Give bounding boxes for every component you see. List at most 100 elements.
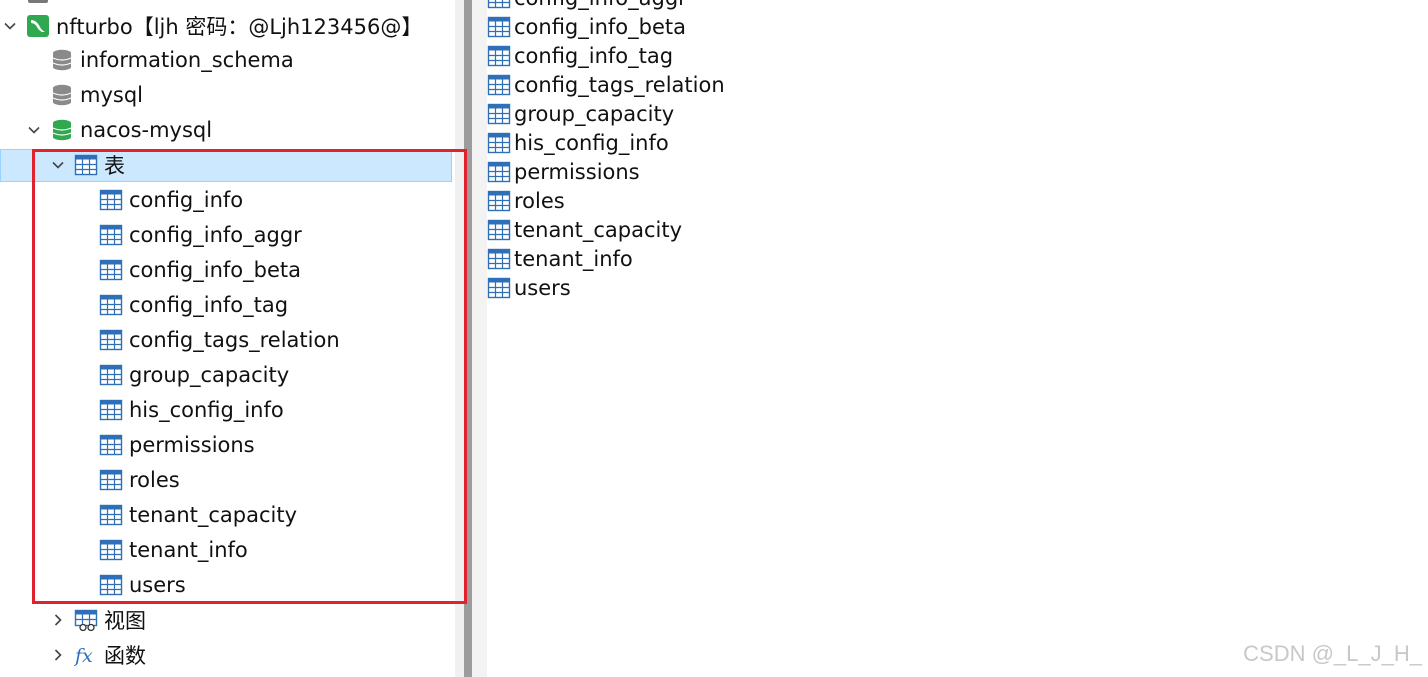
view-folder-icon	[74, 608, 98, 632]
object-list-item[interactable]: config_info_aggr	[487, 0, 687, 12]
tree-item-table[interactable]: his_config_info	[0, 393, 284, 427]
chevron-down-icon[interactable]	[0, 16, 20, 36]
tree-item-functions-folder[interactable]: fx 函数	[0, 638, 146, 672]
table-icon	[487, 102, 511, 126]
table-label: config_info	[129, 188, 244, 212]
table-icon	[487, 73, 511, 97]
table-icon	[99, 258, 123, 282]
table-icon	[99, 433, 123, 457]
table-label: config_tags_relation	[129, 328, 340, 352]
database-label: information_schema	[80, 48, 294, 72]
connection-icon	[26, 0, 50, 7]
table-icon	[487, 218, 511, 242]
table-icon	[99, 328, 123, 352]
object-list-item[interactable]: users	[487, 273, 571, 302]
object-label: tenant_info	[514, 246, 633, 271]
database-label: mysql	[80, 83, 143, 107]
database-icon	[50, 83, 74, 107]
table-label: his_config_info	[129, 398, 284, 422]
object-list-item[interactable]: his_config_info	[487, 128, 669, 157]
object-list-item[interactable]: group_capacity	[487, 99, 674, 128]
object-list-item[interactable]: tenant_info	[487, 244, 633, 273]
table-label: roles	[129, 468, 180, 492]
table-icon	[487, 247, 511, 271]
table-icon	[99, 293, 123, 317]
views-folder-label: 视图	[104, 609, 146, 633]
tree-item-table[interactable]: config_info	[0, 183, 243, 217]
object-label: tenant_capacity	[514, 217, 683, 242]
table-icon	[99, 223, 123, 247]
tree-item-table[interactable]: roles	[0, 463, 180, 497]
object-label: config_info_beta	[514, 14, 686, 39]
object-list-item[interactable]: roles	[487, 186, 565, 215]
watermark: CSDN @_L_J_H_	[1243, 641, 1422, 666]
object-label: roles	[514, 188, 565, 213]
tree-item-database-mysql[interactable]: mysql	[0, 78, 143, 112]
connection-label: nfturbo【ljh 密码：@Ljh123456@】	[56, 15, 423, 39]
table-icon	[99, 363, 123, 387]
table-label: config_info_tag	[129, 293, 289, 317]
table-label: config_info_beta	[129, 258, 301, 282]
functions-folder-label: 函数	[104, 644, 146, 668]
tree-item-table[interactable]: tenant_capacity	[0, 498, 297, 532]
table-folder-icon	[74, 153, 98, 177]
tables-folder-label: 表	[104, 154, 125, 178]
object-label: users	[514, 275, 571, 300]
chevron-down-icon[interactable]	[24, 120, 44, 140]
object-list-item[interactable]: config_info_tag	[487, 41, 673, 70]
navigator-pane: nfturbo【ljh 密码：@Ljh123456@】 information_…	[0, 0, 455, 677]
tree-item-table[interactable]: config_info_aggr	[0, 218, 302, 252]
object-label: config_tags_relation	[514, 72, 725, 97]
table-icon	[487, 131, 511, 155]
table-icon	[99, 503, 123, 527]
chevron-down-icon[interactable]	[48, 155, 68, 175]
table-icon	[99, 538, 123, 562]
tree-item-connection[interactable]: nfturbo【ljh 密码：@Ljh123456@】	[0, 9, 422, 43]
table-icon	[487, 276, 511, 300]
table-icon	[99, 188, 123, 212]
tree-item-table[interactable]: tenant_info	[0, 533, 248, 567]
chevron-right-icon[interactable]	[48, 645, 68, 665]
tree-item-views-folder[interactable]: 视图	[0, 603, 146, 637]
object-list-item[interactable]: permissions	[487, 157, 640, 186]
table-label: config_info_aggr	[129, 223, 302, 247]
tree-item-table[interactable]: config_tags_relation	[0, 323, 340, 357]
vertical-scrollbar[interactable]	[464, 0, 472, 677]
chevron-right-icon[interactable]	[48, 610, 68, 630]
tree-item-table[interactable]: users	[0, 568, 186, 602]
table-label: users	[129, 573, 186, 597]
content-gutter	[472, 0, 487, 677]
table-icon	[99, 398, 123, 422]
object-label: his_config_info	[514, 130, 669, 155]
table-icon	[487, 160, 511, 184]
object-label: config_info_aggr	[514, 0, 687, 10]
object-list-item[interactable]: tenant_capacity	[487, 215, 682, 244]
tree-item-table[interactable]: group_capacity	[0, 358, 289, 392]
object-label: config_info_tag	[514, 43, 674, 68]
table-icon	[487, 189, 511, 213]
tree-item-database-information-schema[interactable]: information_schema	[0, 43, 294, 77]
tree-item-database-nacos-mysql[interactable]: nacos-mysql	[0, 113, 212, 147]
objects-pane: config_info_aggr config_info_beta config_i…	[487, 0, 1428, 677]
object-list-item[interactable]: config_tags_relation	[487, 70, 725, 99]
table-label: group_capacity	[129, 363, 290, 387]
database-label: nacos-mysql	[80, 118, 213, 142]
table-icon	[487, 15, 511, 39]
table-icon	[487, 0, 511, 10]
table-label: permissions	[129, 433, 255, 457]
database-icon	[50, 48, 74, 72]
table-label: tenant_info	[129, 538, 248, 562]
table-icon	[99, 573, 123, 597]
tree-item-table[interactable]: config_info_tag	[0, 288, 288, 322]
table-label: tenant_capacity	[129, 503, 298, 527]
pane-splitter[interactable]	[455, 0, 464, 677]
function-icon: fx	[74, 643, 98, 667]
mysql-connection-icon	[26, 14, 50, 38]
object-list-item[interactable]: config_info_beta	[487, 12, 686, 41]
database-active-icon	[50, 118, 74, 142]
tree-item-table[interactable]: permissions	[0, 428, 255, 462]
object-label: permissions	[514, 159, 640, 184]
tree-item-table[interactable]: config_info_beta	[0, 253, 301, 287]
tree-item-tables-folder[interactable]: 表	[0, 148, 125, 182]
object-label: group_capacity	[514, 101, 675, 126]
